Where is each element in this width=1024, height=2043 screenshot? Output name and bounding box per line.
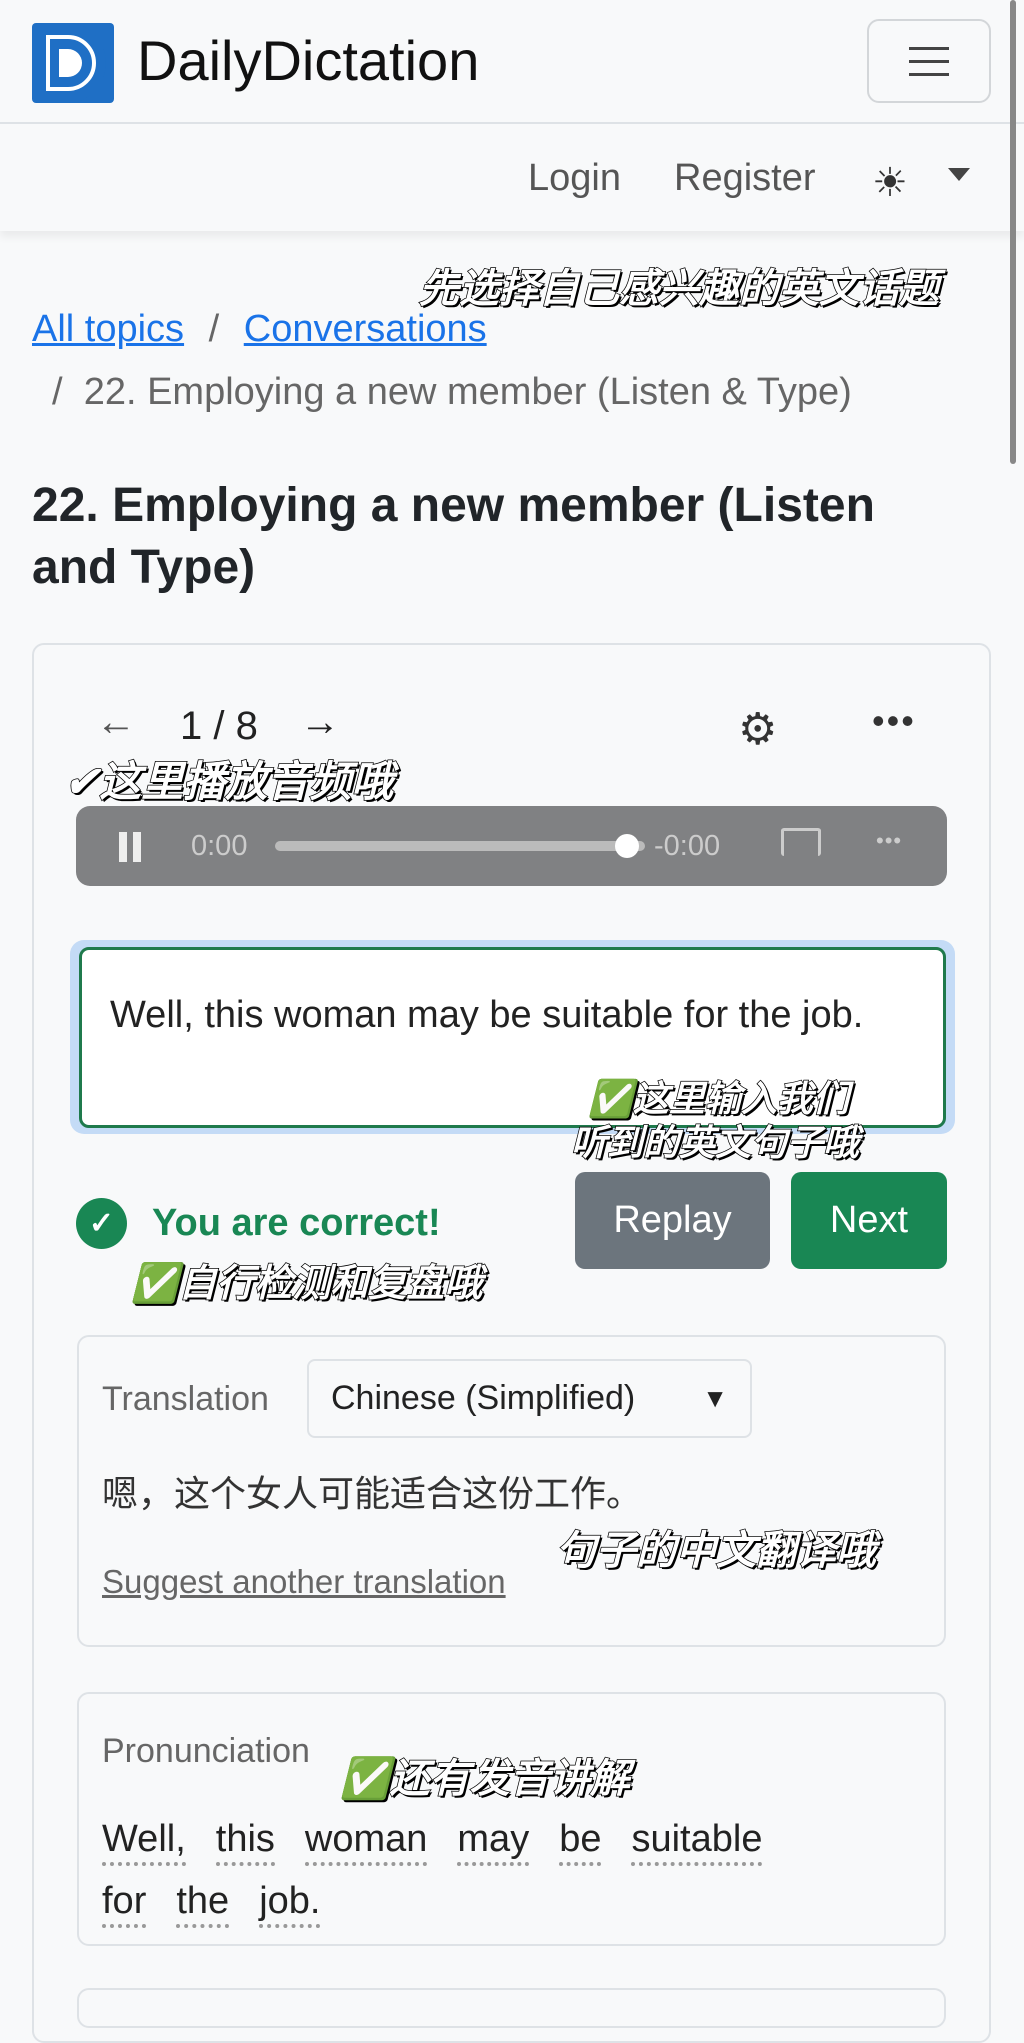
pronunciation-words: Well, this woman may be suitable for the job. [102, 1808, 882, 1932]
breadcrumb: All topics / Conversations [32, 308, 487, 351]
pronunciation-word[interactable]: may [457, 1816, 530, 1866]
more-options-icon[interactable]: ••• [872, 700, 916, 742]
caret-down-icon: ▼ [702, 1383, 728, 1413]
menu-toggle-button[interactable] [867, 19, 991, 103]
annotation-input-2: 听到的英文句子哦 [570, 1121, 860, 1164]
breadcrumb-separator: / [52, 371, 63, 413]
sentence-counter: 1 / 8 [180, 704, 258, 748]
translation-label: Translation [102, 1380, 269, 1418]
seek-handle[interactable] [615, 834, 639, 858]
nav-row [0, 126, 1024, 231]
check-circle-icon: ✓ [76, 1198, 127, 1249]
breadcrumb-separator: / [208, 308, 220, 350]
next-section-box [77, 1988, 946, 2028]
annotation-check: ✅自行检测和复盘哦 [130, 1262, 483, 1306]
translation-text: 嗯，这个女人可能适合这份工作。 [102, 1473, 643, 1514]
remaining-time: -0:00 [654, 830, 721, 862]
replay-button[interactable]: Replay [575, 1172, 770, 1269]
airplay-icon[interactable] [781, 828, 821, 856]
pronunciation-word[interactable]: job. [259, 1878, 321, 1928]
next-button[interactable]: Next [791, 1172, 947, 1269]
translation-box: Translation Chinese (Simplified) ▼ 嗯，这个女人… [77, 1335, 946, 1647]
page-title: 22. Employing a new member (Listen and T… [32, 479, 875, 594]
gear-icon[interactable]: ⚙ [738, 704, 777, 755]
breadcrumb-current-label: 22. Employing a new member (Listen & Typ… [83, 371, 852, 413]
pronunciation-word[interactable]: for [102, 1878, 147, 1928]
audio-player[interactable]: 0:00 -0:00 ••• [76, 806, 947, 886]
current-time: 0:00 [191, 830, 248, 862]
annotation-pronunciation: ✅还有发音讲解 [339, 1756, 630, 1802]
suggest-translation-link[interactable]: Suggest another translation [102, 1563, 506, 1601]
annotation-translation: 句子的中文翻译哦 [555, 1528, 877, 1574]
prev-arrow-icon[interactable]: ← [96, 700, 136, 745]
breadcrumb-conversations[interactable]: Conversations [244, 308, 487, 350]
brand-name[interactable]: DailyDictation [137, 28, 479, 93]
breadcrumb-current: / 22. Employing a new member (Listen & T… [52, 371, 852, 414]
pronunciation-word[interactable]: suitable [631, 1816, 763, 1866]
next-arrow-icon[interactable]: → [300, 700, 340, 745]
caret-down-icon[interactable] [948, 168, 970, 181]
pronunciation-word[interactable]: Well, [102, 1816, 186, 1866]
pronunciation-word[interactable]: the [176, 1878, 230, 1928]
register-link[interactable]: Register [674, 157, 816, 200]
pause-icon[interactable] [119, 832, 127, 862]
player-more-icon[interactable]: ••• [876, 828, 902, 854]
pronunciation-word[interactable]: be [559, 1816, 602, 1866]
language-select[interactable]: Chinese (Simplified) ▼ [307, 1359, 752, 1438]
login-link[interactable]: Login [528, 157, 621, 200]
hamburger-icon [909, 46, 949, 50]
pronunciation-box: Pronunciation Well, this woman may be suitabl… [77, 1692, 946, 1946]
breadcrumb-all-topics[interactable]: All topics [32, 308, 184, 350]
pronunciation-label: Pronunciation [102, 1732, 310, 1770]
logo-icon[interactable] [32, 23, 114, 103]
annotation-audio: ✔这里播放音频哦 [63, 757, 394, 806]
seek-bar[interactable] [275, 841, 645, 851]
sun-icon[interactable]: ☀ [872, 160, 908, 206]
pronunciation-word[interactable]: this [215, 1816, 275, 1866]
annotation-topic: 先选择自己感兴趣的英文话题 [418, 266, 940, 312]
language-select-value: Chinese (Simplified) [331, 1379, 636, 1417]
pronunciation-word[interactable]: woman [304, 1816, 428, 1866]
result-message: You are correct! [152, 1202, 441, 1244]
scrollbar[interactable] [1010, 0, 1016, 464]
